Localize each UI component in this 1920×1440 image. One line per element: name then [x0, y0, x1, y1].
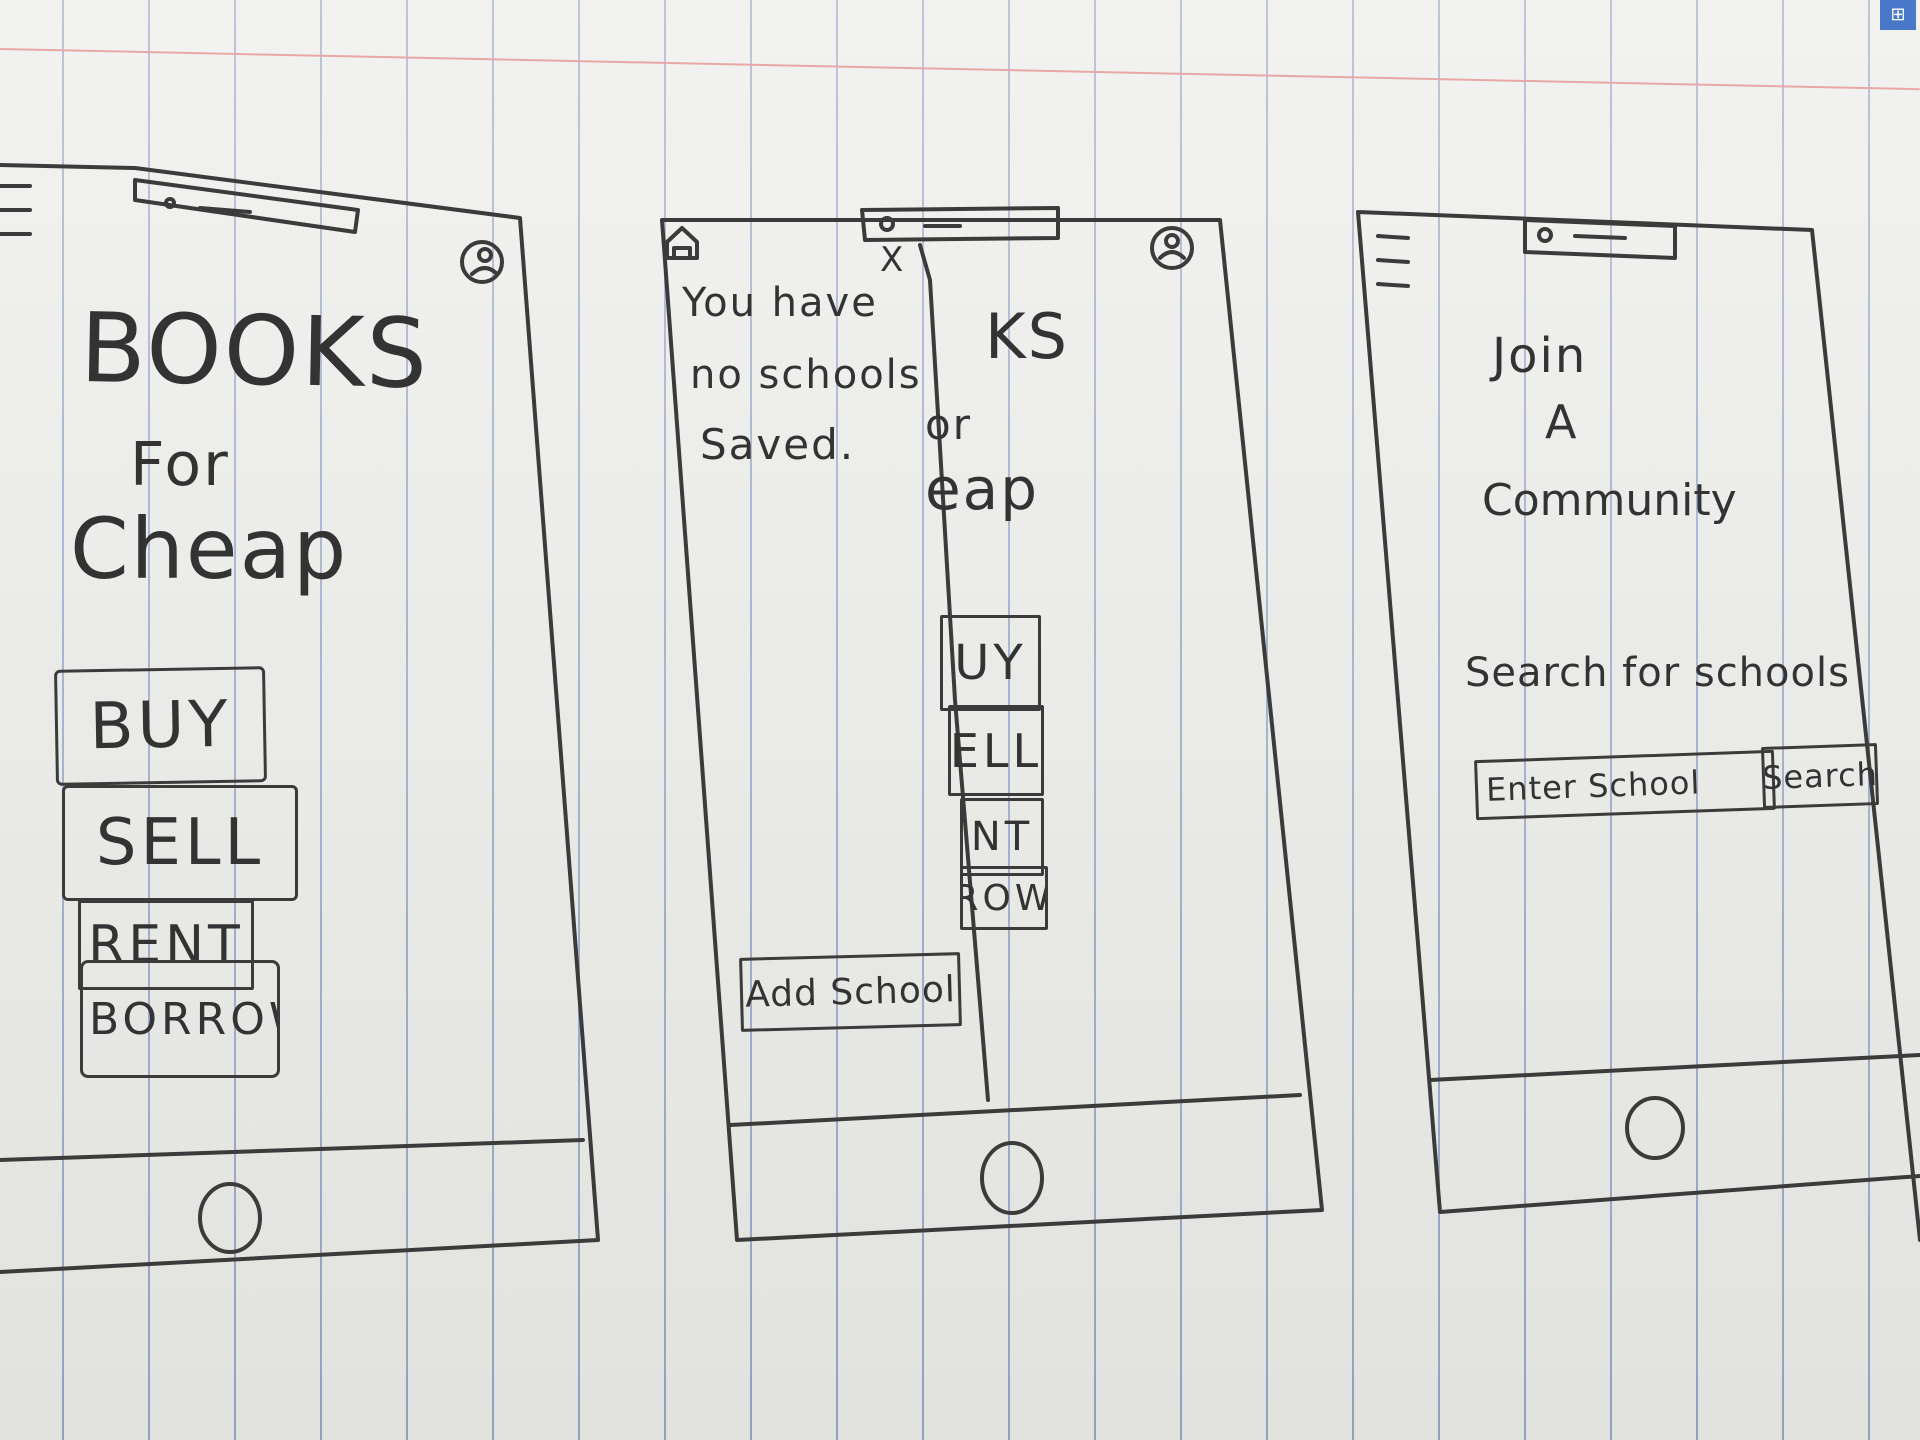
home-button-icon	[198, 1182, 262, 1254]
join-heading-line1: Join	[1492, 328, 1588, 384]
home-icon	[665, 226, 699, 260]
hamburger-menu-icon	[0, 184, 32, 236]
screen1-title-cheap: Cheap	[70, 500, 349, 598]
bg-buy-button: UY	[940, 615, 1041, 711]
empty-state-line3: Saved.	[700, 420, 856, 469]
close-icon[interactable]: X	[880, 240, 905, 280]
empty-state-line1: You have	[682, 280, 878, 326]
sell-button[interactable]: SELL	[62, 785, 298, 901]
bg-rent-button: NT	[960, 798, 1044, 876]
join-heading-line3: Community	[1482, 475, 1737, 526]
add-school-button[interactable]: Add School	[739, 952, 962, 1032]
search-button[interactable]: Search	[1760, 742, 1880, 810]
bg-borrow-button: ROW	[960, 866, 1048, 930]
home-button-icon	[1625, 1096, 1685, 1160]
empty-state-line2: no schools	[690, 352, 922, 398]
school-search-input[interactable]: Enter School	[1474, 749, 1776, 821]
buy-button[interactable]: BUY	[54, 666, 267, 786]
bg-sell-button: ELL	[948, 705, 1044, 796]
screen1-title-for: For	[130, 430, 230, 500]
profile-icon	[460, 240, 504, 284]
borrow-button[interactable]: BORROW	[80, 960, 280, 1078]
hamburger-menu-icon	[1376, 234, 1410, 288]
screen1-title-books: BOOKS	[79, 291, 431, 411]
screen3-bottom-bar	[1428, 1053, 1920, 1082]
screen3-frame	[1356, 210, 1920, 1242]
search-label: Search for schools	[1465, 650, 1850, 696]
screen2-bottom-bar	[728, 1093, 1302, 1127]
bg-title-for: or	[925, 400, 972, 449]
screen1-bottom-bar	[0, 1138, 585, 1162]
camera-notch-icon	[1523, 218, 1677, 260]
join-heading-line2: A	[1545, 395, 1579, 449]
home-button-icon	[980, 1141, 1044, 1215]
profile-icon	[1150, 226, 1194, 270]
camera-notch-icon	[133, 178, 360, 234]
bg-title-books: KS	[985, 300, 1070, 373]
bg-title-cheap: eap	[925, 455, 1040, 523]
camera-notch-icon	[860, 206, 1060, 242]
